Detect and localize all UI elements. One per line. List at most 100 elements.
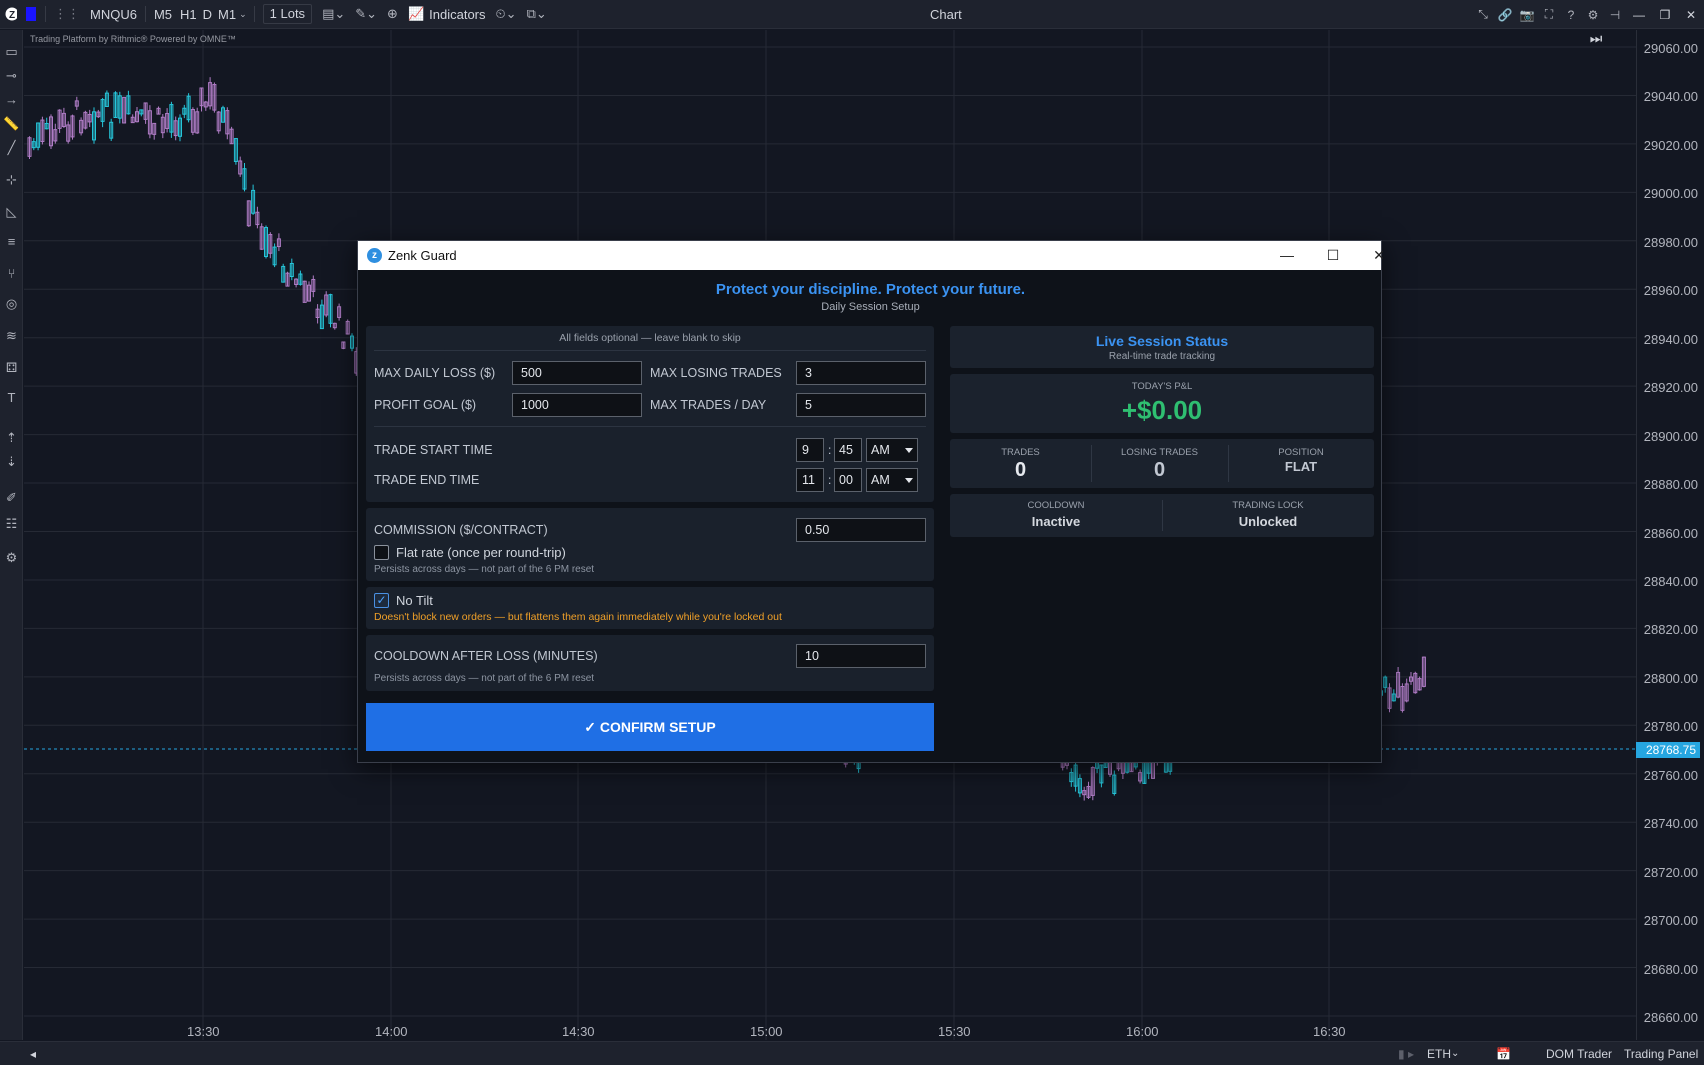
start-ampm-select[interactable]: AM [866, 438, 918, 462]
skip-to-end-icon[interactable]: ⏭ [1585, 28, 1607, 48]
shapes-icon[interactable]: ⚃ [3, 360, 20, 376]
start-hour-input[interactable]: 9 [796, 438, 824, 462]
triangle-icon[interactable]: ◺ [3, 204, 20, 220]
price-axis-label: 28900.00 [1643, 428, 1698, 444]
trendline-icon[interactable]: ╱ [3, 140, 20, 156]
short-position-icon[interactable]: ⇣ [3, 454, 20, 470]
dialog-title: Zenk Guard [388, 248, 457, 263]
pattern-icon[interactable]: ≋ [3, 328, 20, 344]
zoom-icon[interactable]: ⊕ [382, 0, 403, 29]
drag-handle-icon[interactable]: ⋮⋮ [49, 0, 85, 29]
no-tilt-note: Doesn't block new orders — but flattens … [374, 611, 782, 623]
layout-icon[interactable]: ⧉⌄ [522, 0, 552, 29]
indicators-icon: 📈 [407, 6, 425, 21]
rectangle-tool-icon[interactable]: ▭ [3, 44, 20, 60]
price-axis-label: 28780.00 [1643, 719, 1698, 735]
last-price-tag: 28768.75 [1636, 742, 1700, 758]
price-axis-label: 28820.00 [1643, 622, 1698, 638]
price-axis-label: 29040.00 [1643, 89, 1698, 105]
hline-tool-icon[interactable]: ⊸ [3, 68, 20, 84]
pin-icon[interactable]: ⊣ [1604, 8, 1626, 22]
timeframe-m1[interactable]: M1 [215, 0, 239, 29]
max-losing-trades-input[interactable]: 3 [796, 361, 926, 385]
calendar-icon[interactable]: 📅 [1496, 1047, 1511, 1061]
no-tilt-panel: ✓ No Tilt Doesn't block new orders — but… [366, 587, 934, 629]
caret-down-icon [905, 478, 913, 483]
confirm-setup-button[interactable]: ✓ CONFIRM SETUP [366, 703, 934, 751]
price-axis-label: 28960.00 [1643, 283, 1698, 299]
pencil-icon[interactable]: ✎⌄ [350, 0, 382, 29]
close-button[interactable]: ✕ [1678, 8, 1704, 22]
cooldown-status-value: Inactive [1031, 514, 1081, 529]
chevron-down-icon[interactable]: ⌄ [239, 0, 251, 29]
time-axis-label: 16:00 [1126, 1024, 1159, 1039]
profit-goal-input[interactable]: 1000 [512, 393, 642, 417]
link-color-swatch[interactable] [26, 7, 36, 21]
alert-icon[interactable]: ⏲⌄ [491, 0, 522, 29]
optional-hint: All fields optional — leave blank to ski… [559, 332, 741, 344]
minimize-icon[interactable]: — [1264, 241, 1310, 270]
commission-input[interactable]: 0.50 [796, 518, 926, 542]
spiral-icon[interactable]: ◎ [3, 296, 20, 312]
timeframe-h1[interactable]: H1 [177, 0, 200, 29]
start-minute-input[interactable]: 45 [834, 438, 862, 462]
end-ampm-select[interactable]: AM [866, 468, 918, 492]
scroll-handle[interactable]: ▮ ▸ [1398, 1047, 1414, 1061]
time-axis-label: 15:00 [750, 1024, 783, 1039]
platform-watermark: Trading Platform by Rithmic® Powered by … [30, 34, 236, 44]
gear-icon[interactable]: ⚙ [1582, 8, 1604, 22]
no-tilt-checkbox[interactable]: ✓ [374, 593, 389, 608]
indicators-button[interactable]: 📈 Indicators [403, 0, 491, 29]
maximize-icon[interactable]: ☐ [1310, 241, 1356, 270]
flat-rate-label[interactable]: Flat rate (once per round-trip) [396, 545, 566, 560]
crosshair-icon[interactable]: ⊹ [3, 172, 20, 188]
end-hour-input[interactable]: 11 [796, 468, 824, 492]
ruler-icon[interactable]: 📏 [3, 116, 20, 132]
close-icon[interactable]: ✕ [1356, 241, 1402, 270]
max-daily-loss-input[interactable]: 500 [512, 361, 642, 385]
price-axis-label: 28860.00 [1643, 525, 1698, 541]
cooldown-input[interactable]: 10 [796, 644, 926, 668]
timeframe-m5[interactable]: M5 [149, 0, 177, 29]
position-value: FLAT [1284, 459, 1318, 474]
dom-trader-button[interactable]: DOM Trader [1546, 1047, 1612, 1061]
fib-icon[interactable]: ≡ [3, 234, 20, 250]
cooldown-label: COOLDOWN AFTER LOSS (MINUTES) [374, 649, 598, 663]
price-axis-label: 29020.00 [1643, 137, 1698, 153]
symbol-selector[interactable]: MNQU6 [85, 0, 142, 29]
chart-type-icon[interactable]: ▤⌄ [317, 0, 350, 29]
lots-selector[interactable]: 1 Lots [262, 4, 313, 24]
end-minute-input[interactable]: 00 [834, 468, 862, 492]
price-axis-label: 28660.00 [1643, 1010, 1698, 1025]
camera-icon[interactable]: 📷 [1516, 8, 1538, 22]
timeframe-d[interactable]: D [200, 0, 215, 29]
minimize-button[interactable]: — [1626, 8, 1652, 22]
restore-button[interactable]: ❐ [1652, 8, 1678, 22]
max-trades-input[interactable]: 5 [796, 393, 926, 417]
trading-panel-button[interactable]: Trading Panel [1624, 1047, 1698, 1061]
expand-icon[interactable]: ⤡ [1472, 7, 1494, 22]
status-header-panel: Live Session Status Real-time trade trac… [950, 326, 1374, 368]
chevron-down-icon[interactable]: ⌄ [1451, 1048, 1459, 1059]
price-axis-label: 28920.00 [1643, 380, 1698, 396]
session-selector[interactable]: ETH [1427, 1047, 1451, 1061]
app-logo-icon: Z [0, 0, 22, 29]
arrow-tool-icon[interactable]: → [3, 92, 20, 108]
pitchfork-icon[interactable]: ⑂ [3, 266, 20, 282]
fullscreen-icon[interactable]: ⛶ [1538, 7, 1560, 22]
objects-icon[interactable]: ☷ [3, 516, 20, 532]
brush-icon[interactable]: ✐ [3, 490, 20, 506]
help-icon[interactable]: ? [1560, 8, 1582, 22]
text-tool-icon[interactable]: T [3, 390, 20, 406]
no-tilt-label[interactable]: No Tilt [396, 593, 433, 608]
flat-rate-checkbox[interactable] [374, 545, 389, 560]
scroll-left-icon[interactable]: ◂ [30, 1047, 36, 1061]
price-axis[interactable]: 29060.00 29040.00 29020.00 29000.00 28980.00… [1636, 30, 1704, 1040]
link-icon[interactable]: 🔗 [1494, 8, 1516, 22]
time-colon: : [828, 473, 832, 487]
settings-icon[interactable]: ⚙ [3, 550, 20, 566]
max-losing-trades-label: MAX LOSING TRADES [650, 366, 782, 380]
commission-panel: COMMISSION ($/CONTRACT) 0.50 Flat rate (… [366, 508, 934, 581]
long-position-icon[interactable]: ⇡ [3, 430, 20, 446]
price-axis-label: 29000.00 [1643, 186, 1698, 202]
